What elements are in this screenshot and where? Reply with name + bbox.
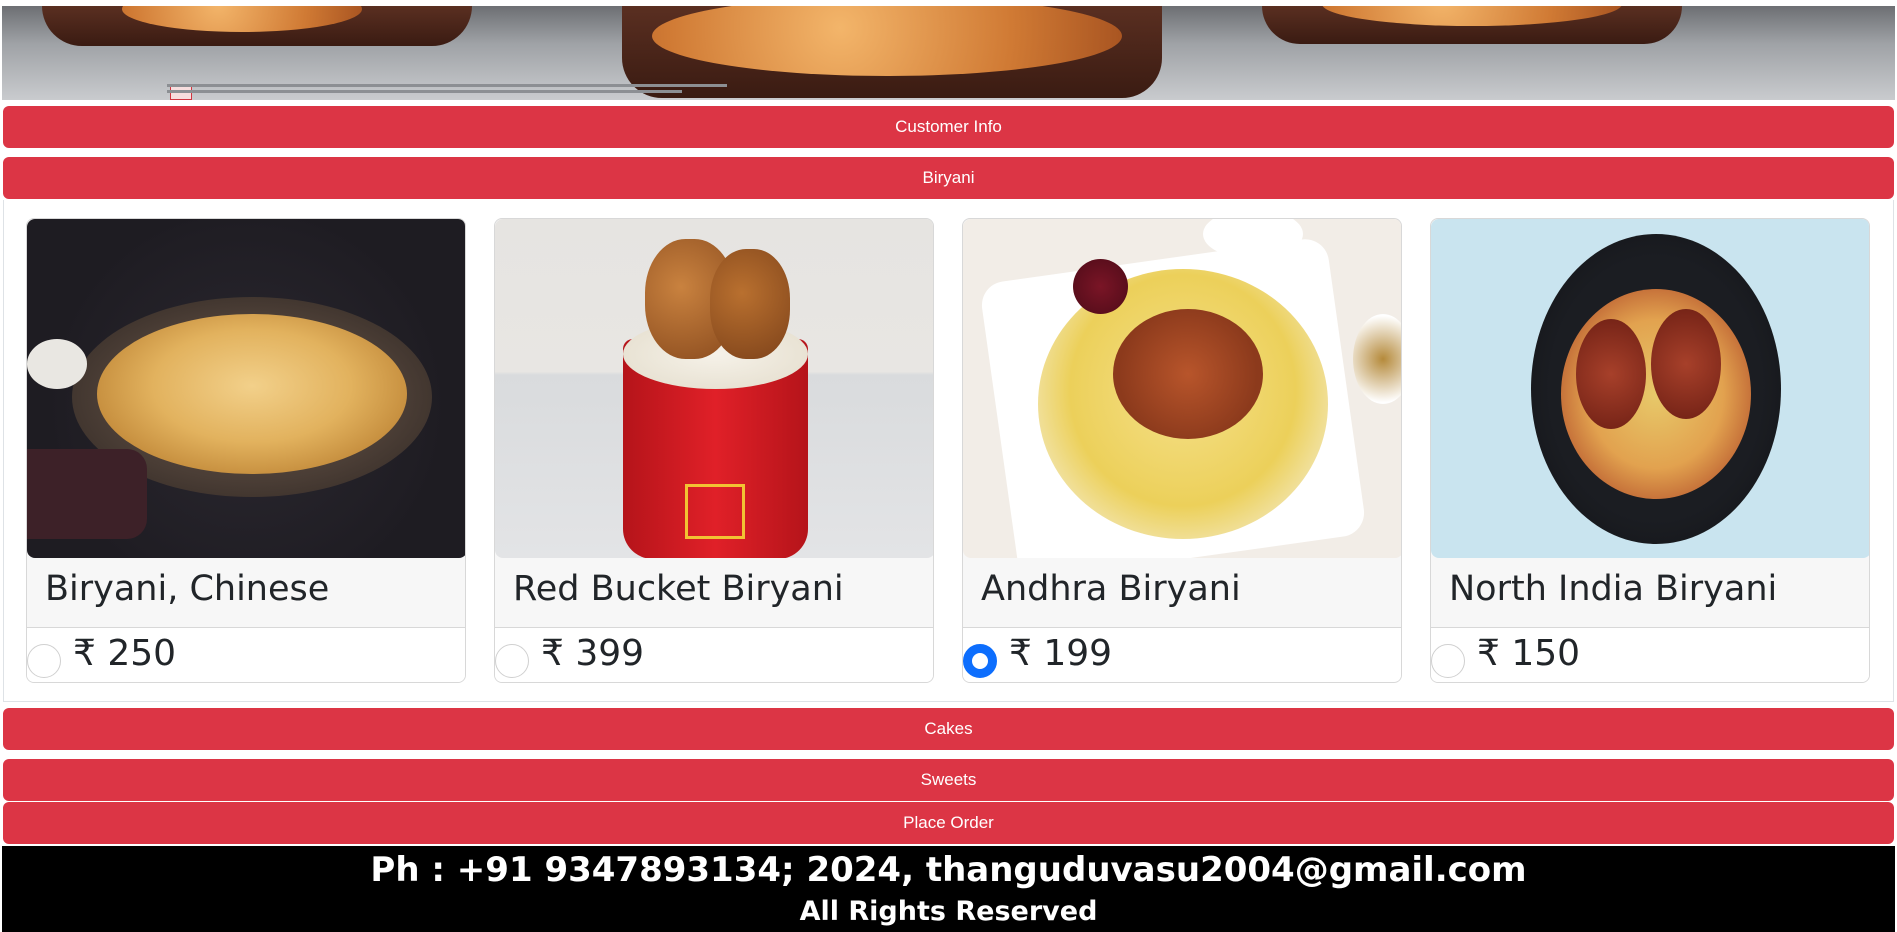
- andhra-biryani-image: [963, 219, 1401, 558]
- page: Customer Info Biryani Biryani, Chinese ₹…: [0, 0, 1897, 932]
- item-footer: ₹ 199: [963, 627, 1401, 682]
- menu-card-north-india-biryani: North India Biryani ₹ 150: [1430, 218, 1870, 683]
- footer-rights: All Rights Reserved: [799, 896, 1098, 927]
- item-name: Biryani, Chinese: [45, 569, 330, 609]
- item-price: ₹ 199: [1009, 633, 1113, 674]
- item-footer: ₹ 399: [495, 627, 933, 682]
- menu-card-red-bucket-biryani: Red Bucket Biryani ₹ 399: [494, 218, 934, 683]
- select-radio[interactable]: [495, 644, 529, 678]
- red-bucket-biryani-image: [495, 219, 933, 558]
- sweets-button[interactable]: Sweets: [3, 759, 1894, 801]
- select-radio[interactable]: [963, 644, 997, 678]
- banner-disclaimer: [167, 84, 727, 98]
- select-radio[interactable]: [27, 644, 61, 678]
- north-india-biryani-image: [1431, 219, 1869, 558]
- item-name: Andhra Biryani: [981, 569, 1241, 609]
- biryani-button[interactable]: Biryani: [3, 157, 1894, 199]
- place-order-button[interactable]: Place Order: [3, 802, 1894, 844]
- item-name: Red Bucket Biryani: [513, 569, 844, 609]
- item-price: ₹ 250: [73, 633, 177, 674]
- menu-card-biryani-chinese: Biryani, Chinese ₹ 250: [26, 218, 466, 683]
- item-price: ₹ 399: [541, 633, 645, 674]
- customer-info-button[interactable]: Customer Info: [3, 106, 1894, 148]
- item-footer: ₹ 150: [1431, 627, 1869, 682]
- footer: Ph : +91 9347893134; 2024, thanguduvasu2…: [2, 846, 1895, 932]
- item-footer: ₹ 250: [27, 627, 465, 682]
- biryani-chinese-image: [27, 219, 465, 558]
- select-radio[interactable]: [1431, 644, 1465, 678]
- item-price: ₹ 150: [1477, 633, 1581, 674]
- cakes-button[interactable]: Cakes: [3, 708, 1894, 750]
- item-name: North India Biryani: [1449, 569, 1778, 609]
- menu-card-andhra-biryani: Andhra Biryani ₹ 199: [962, 218, 1402, 683]
- promo-banner: [2, 6, 1895, 100]
- footer-contact: Ph : +91 9347893134; 2024, thanguduvasu2…: [370, 850, 1527, 890]
